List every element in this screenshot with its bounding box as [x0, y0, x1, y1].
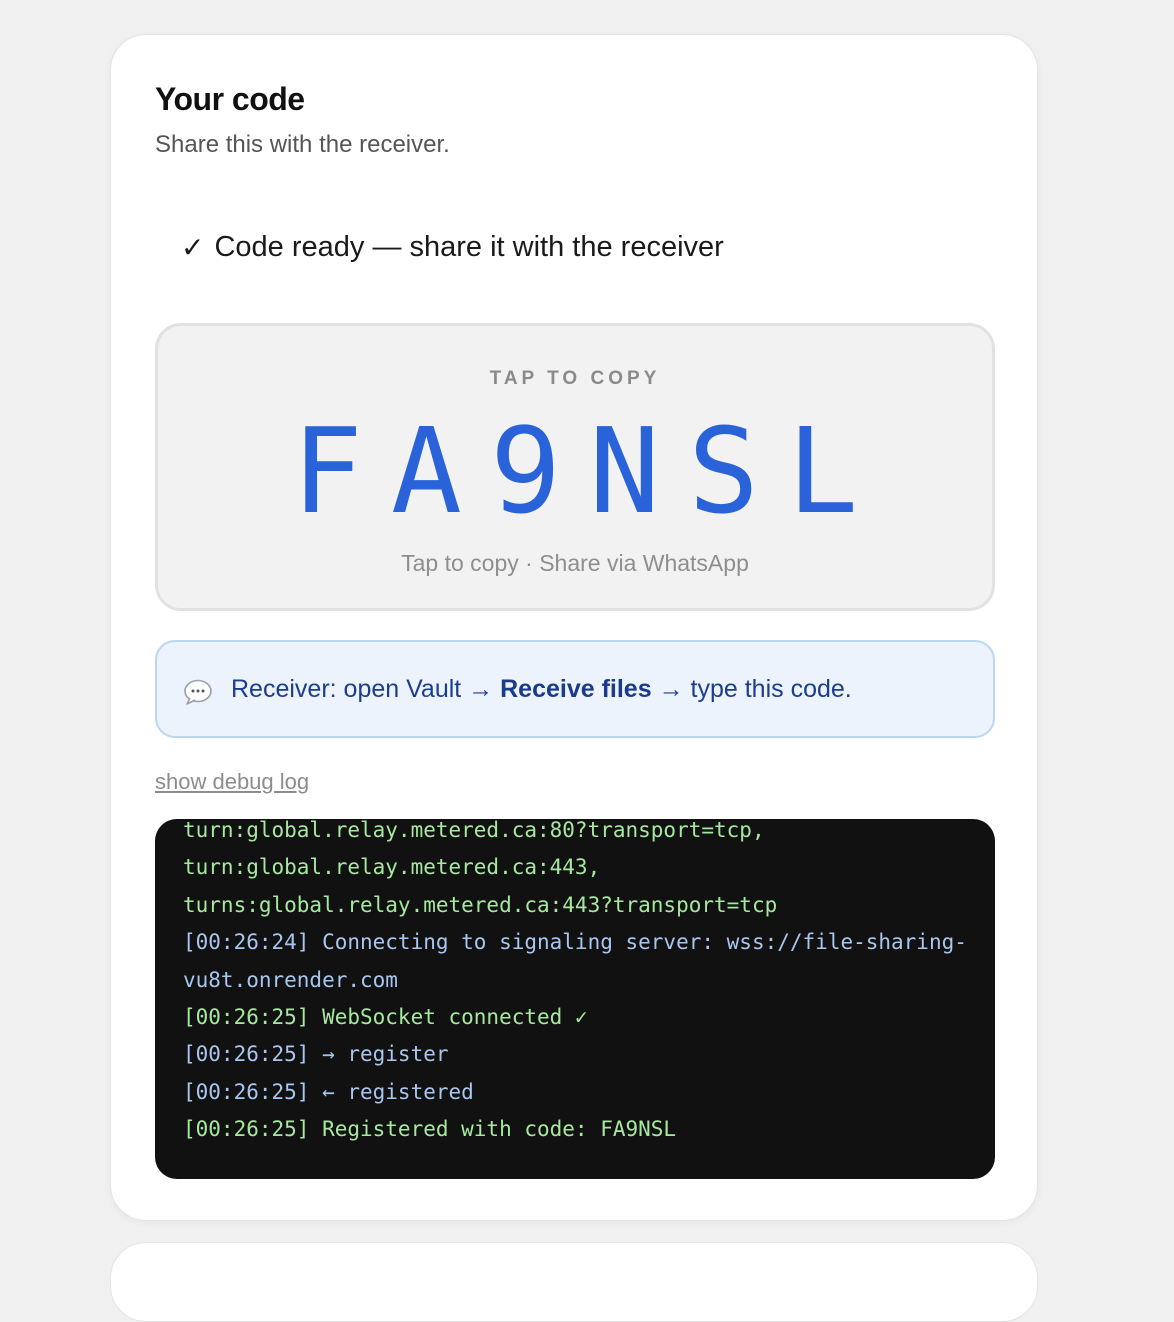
show-debug-log-link[interactable]: show debug log [155, 769, 309, 795]
copy-code-button[interactable]: TAP TO COPY FA9NSL Tap to copy · Share v… [155, 323, 995, 611]
instructions-text: Receiver: open Vault → Receive files → t… [231, 675, 852, 704]
status-text: Code ready — share it with the receiver [214, 231, 724, 263]
log-line: [00:26:25] Registered with code: FA9NSL [183, 1117, 677, 1142]
status-message: ✓ Code ready — share it with the receive… [181, 231, 724, 264]
debug-log-lines: turn:global.relay.metered.ca:80?transpor… [183, 819, 967, 1149]
share-code-card: Your code Share this with the receiver. … [110, 34, 1038, 1221]
speech-bubble-icon [184, 679, 212, 705]
log-line: turns:global.relay.metered.ca:443?transp… [183, 892, 778, 917]
check-icon: ✓ [181, 232, 205, 263]
share-code[interactable]: FA9NSL [158, 406, 992, 536]
debug-log-panel[interactable]: turn:global.relay.metered.ca:80?transpor… [155, 819, 995, 1179]
log-line: [00:26:25] ← registered [183, 1079, 474, 1104]
log-line: turn:global.relay.metered.ca:443, [183, 855, 601, 880]
page-subtitle: Share this with the receiver. [155, 131, 450, 158]
instructions-prefix: Receiver: open Vault → [231, 674, 501, 703]
instructions-highlight: Receive files [500, 674, 652, 703]
code-caption: TAP TO COPY [489, 368, 661, 389]
log-line: [00:26:25] WebSocket connected ✓ [183, 1005, 588, 1030]
instructions-suffix: → type this code. [651, 674, 852, 703]
next-card [110, 1242, 1038, 1322]
receiver-instructions: Receiver: open Vault → Receive files → t… [155, 640, 995, 738]
log-line: [00:26:24] Connecting to signaling serve… [183, 930, 967, 992]
page-title: Your code [155, 81, 305, 117]
log-line: [00:26:25] → register [183, 1042, 449, 1067]
log-line: turn:global.relay.metered.ca:80?transpor… [183, 819, 765, 842]
code-hint: Tap to copy · Share via WhatsApp [401, 550, 749, 576]
